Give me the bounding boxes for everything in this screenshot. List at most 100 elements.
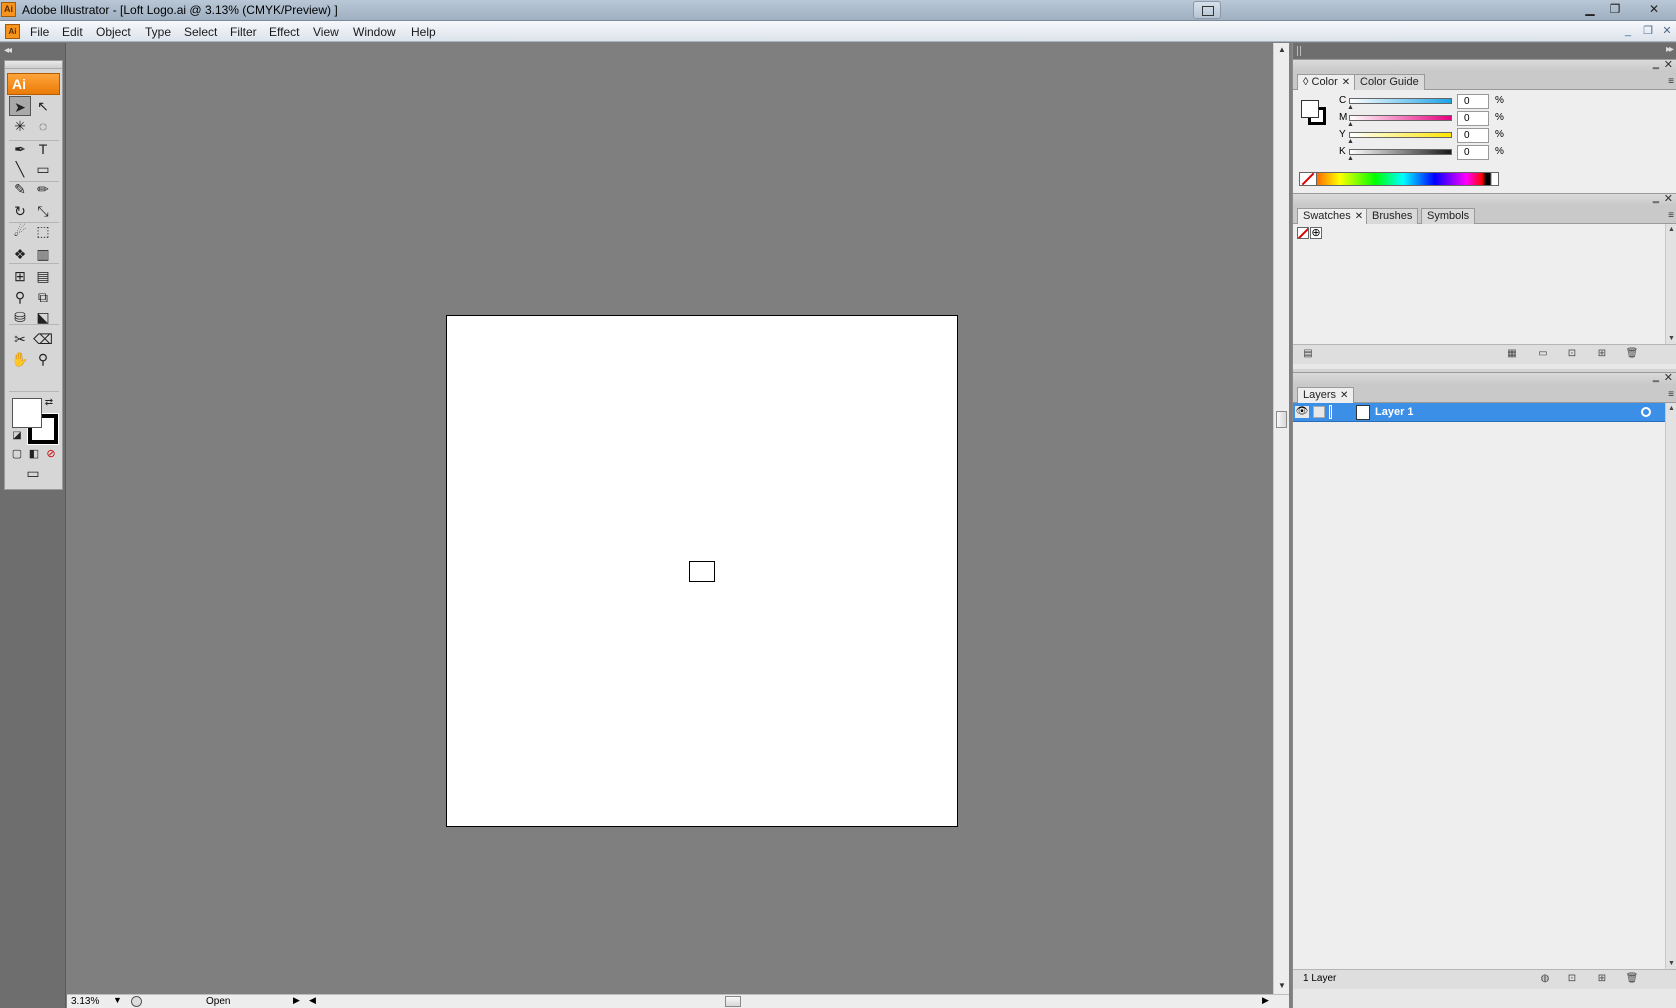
- scale-tool[interactable]: ⤡: [32, 201, 54, 221]
- eyedropper-tool[interactable]: ⚲: [9, 287, 31, 307]
- free-transform-tool[interactable]: ⬚: [32, 221, 54, 241]
- close-panel-icon[interactable]: ✕: [1664, 371, 1673, 384]
- new-swatch-icon[interactable]: ⊞: [1595, 348, 1609, 360]
- channel-value-input[interactable]: 0: [1457, 94, 1489, 109]
- default-fill-stroke-icon[interactable]: ◪: [10, 429, 24, 443]
- minimize-panel-icon[interactable]: ‗: [1653, 192, 1659, 204]
- tab-swatches[interactable]: Swatches ✕: [1297, 208, 1370, 225]
- tab-symbols[interactable]: Symbols: [1421, 208, 1476, 225]
- panel-menu-icon[interactable]: ≡: [1668, 389, 1674, 400]
- column-graph-tool[interactable]: ▥: [32, 244, 54, 264]
- channel-gradient-bar[interactable]: [1349, 132, 1452, 138]
- color-slider-c[interactable]: C ▲ 0%: [1339, 94, 1509, 111]
- rotate-tool[interactable]: ↻: [9, 201, 31, 221]
- zoom-level[interactable]: 3.13%: [71, 996, 99, 1007]
- none-mode-icon[interactable]: ⊘: [43, 447, 59, 461]
- gradient-mode-icon[interactable]: ◧: [26, 447, 42, 461]
- expand-dock-icon[interactable]: ▸▸: [1666, 44, 1674, 55]
- menu-filter[interactable]: Filter: [230, 25, 257, 39]
- menu-view[interactable]: View: [313, 25, 339, 39]
- channel-gradient-bar[interactable]: [1349, 98, 1452, 104]
- channel-gradient-bar[interactable]: [1349, 115, 1452, 121]
- zoom-dropdown-icon[interactable]: ▼: [113, 995, 122, 1005]
- menu-file[interactable]: File: [30, 25, 49, 39]
- document-icon[interactable]: Ai: [5, 24, 20, 39]
- none-color-icon[interactable]: [1300, 173, 1317, 185]
- magic-wand-tool[interactable]: ✳: [9, 116, 31, 136]
- close-tab-icon[interactable]: ✕: [1355, 211, 1363, 222]
- show-swatch-kinds-icon[interactable]: ▦: [1505, 348, 1519, 360]
- minimize-panel-icon[interactable]: ‗: [1653, 371, 1659, 383]
- menu-select[interactable]: Select: [184, 25, 217, 39]
- gradient-tool[interactable]: ▤: [32, 266, 54, 286]
- pencil-tool[interactable]: ✏: [32, 179, 54, 199]
- warp-tool[interactable]: ☄: [9, 221, 31, 241]
- hand-tool[interactable]: ✋: [9, 349, 31, 369]
- menu-help[interactable]: Help: [411, 25, 436, 39]
- scroll-left-icon[interactable]: ◀: [309, 995, 316, 1006]
- menu-effect[interactable]: Effect: [269, 25, 299, 39]
- new-layer-icon[interactable]: ⊞: [1595, 973, 1609, 985]
- layer-row[interactable]: 👁 Layer 1: [1293, 403, 1665, 422]
- direct-selection-tool[interactable]: ↖: [32, 96, 54, 116]
- status-menu-icon[interactable]: ▶: [293, 995, 300, 1006]
- close-panel-icon[interactable]: ✕: [1664, 192, 1673, 205]
- minimize-panel-icon[interactable]: ‗: [1653, 58, 1659, 70]
- slice-tool[interactable]: ✂: [9, 329, 31, 349]
- channel-value-input[interactable]: 0: [1457, 111, 1489, 126]
- tab-brushes[interactable]: Brushes: [1366, 208, 1419, 225]
- fill-color-swatch[interactable]: [12, 398, 42, 428]
- zoom-tool[interactable]: ⚲: [32, 349, 54, 369]
- visibility-eye-icon[interactable]: 👁: [1295, 406, 1309, 418]
- swatch-libraries-icon[interactable]: ▤: [1301, 348, 1315, 360]
- screen-mode-icon[interactable]: ▭: [21, 465, 45, 481]
- scroll-down-icon[interactable]: ▼: [1278, 981, 1286, 990]
- menu-object[interactable]: Object: [96, 25, 131, 39]
- color-slider-y[interactable]: Y ▲ 0%: [1339, 128, 1509, 145]
- target-icon[interactable]: [1641, 407, 1651, 417]
- mesh-tool[interactable]: ⊞: [9, 266, 31, 286]
- eraser-tool[interactable]: ⌫: [32, 329, 54, 349]
- tab-color-guide[interactable]: Color Guide: [1354, 74, 1425, 91]
- channel-gradient-bar[interactable]: [1349, 149, 1452, 155]
- menu-edit[interactable]: Edit: [62, 25, 83, 39]
- swatch-registration[interactable]: ⊕: [1310, 227, 1322, 239]
- tab-layers[interactable]: Layers ✕: [1297, 387, 1355, 404]
- color-spectrum-bar[interactable]: [1299, 172, 1499, 186]
- channel-value-input[interactable]: 0: [1457, 128, 1489, 143]
- horizontal-scroll-thumb[interactable]: [725, 996, 741, 1007]
- doc-minimize-icon[interactable]: _: [1620, 24, 1636, 39]
- close-panel-icon[interactable]: ✕: [1664, 58, 1673, 71]
- swatch-options-icon[interactable]: ▭: [1536, 348, 1550, 360]
- scroll-down-icon[interactable]: ▼: [1668, 960, 1675, 967]
- swatch-none[interactable]: [1297, 227, 1309, 239]
- line-tool[interactable]: ╲: [9, 159, 31, 179]
- close-tab-icon[interactable]: ✕: [1342, 77, 1350, 88]
- scroll-up-icon[interactable]: ▲: [1278, 45, 1286, 54]
- artwork-rectangle[interactable]: [689, 561, 715, 582]
- version-cue-icon[interactable]: [131, 996, 142, 1007]
- go-to-bridge-button[interactable]: [1193, 1, 1221, 19]
- layer-name[interactable]: Layer 1: [1375, 406, 1414, 418]
- slider-handle-icon[interactable]: ▲: [1347, 104, 1354, 111]
- dock-grip[interactable]: [1297, 46, 1301, 56]
- close-icon[interactable]: ✕: [1642, 1, 1666, 18]
- color-fill-swatch[interactable]: [1301, 100, 1319, 118]
- new-color-group-icon[interactable]: ⊡: [1565, 348, 1579, 360]
- menu-type[interactable]: Type: [145, 25, 171, 39]
- panel-menu-icon[interactable]: ≡: [1668, 76, 1674, 87]
- color-slider-m[interactable]: M ▲ 0%: [1339, 111, 1509, 128]
- symbol-sprayer-tool[interactable]: ❖: [9, 244, 31, 264]
- slider-handle-icon[interactable]: ▲: [1347, 121, 1354, 128]
- tools-panel-grip[interactable]: [5, 61, 62, 69]
- delete-layer-icon[interactable]: 🗑: [1625, 973, 1639, 985]
- blend-tool[interactable]: ⧉: [32, 287, 54, 307]
- layers-scrollbar[interactable]: ▲ ▼: [1665, 403, 1676, 969]
- lasso-tool[interactable]: ◌: [32, 116, 54, 136]
- minimize-icon[interactable]: ▁: [1578, 1, 1602, 18]
- vertical-scrollbar[interactable]: ▲ ▼: [1273, 43, 1289, 994]
- slider-handle-icon[interactable]: ▲: [1347, 138, 1354, 145]
- pen-tool[interactable]: ✒: [9, 139, 31, 159]
- delete-swatch-icon[interactable]: 🗑: [1625, 348, 1639, 360]
- lock-toggle[interactable]: [1313, 406, 1325, 418]
